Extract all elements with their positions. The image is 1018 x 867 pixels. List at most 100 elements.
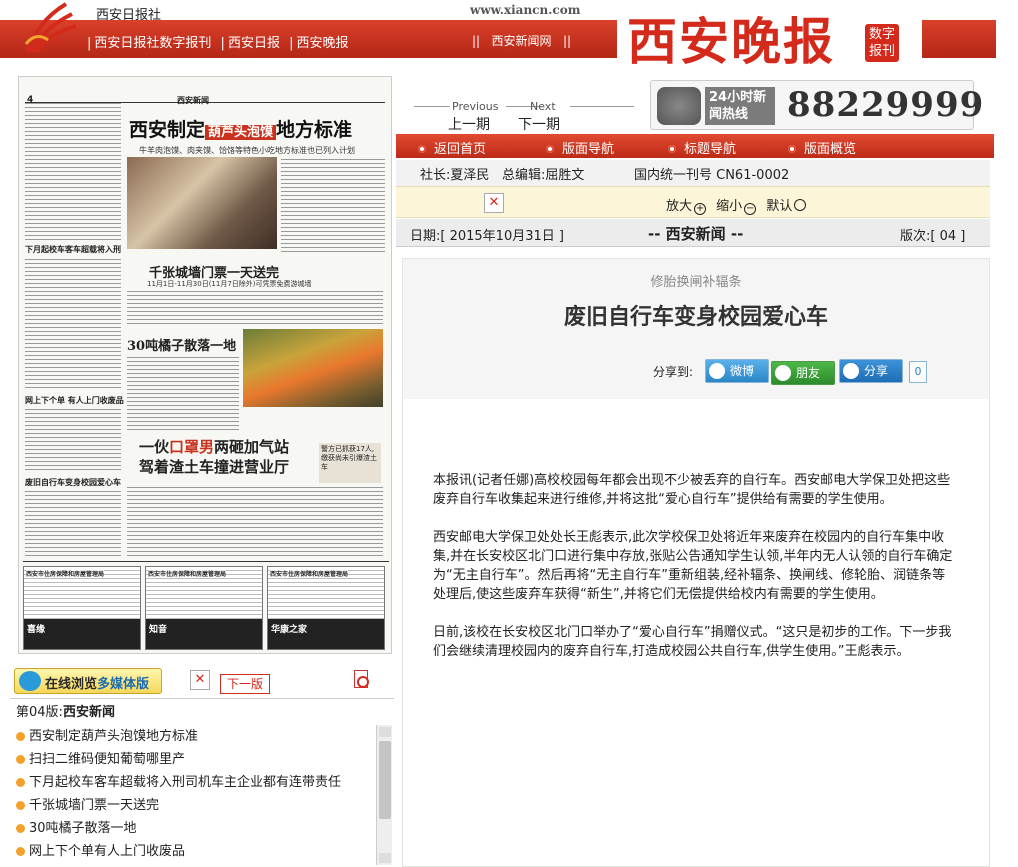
paper-main-headline[interactable]: 西安制定 葫芦头泡馍 地方标准 bbox=[129, 115, 379, 147]
share-count: 0 bbox=[909, 361, 927, 383]
scroll-down-icon[interactable] bbox=[379, 853, 391, 863]
section-title: -- 西安新闻 -- bbox=[648, 225, 744, 243]
paper-subhead-city-wall: 11月1日-11月30日(11月7日除外)可凭票免费游城墙 bbox=[147, 280, 312, 288]
plus-icon: + bbox=[694, 203, 707, 215]
hotline-label: 24小时新闻热线 bbox=[705, 87, 775, 125]
site-header: 西安日报社 www.xiancn.com | 西安日报社数字报刊 | 西安日报 | 西… bbox=[0, 0, 1018, 76]
paper-section-name: 西安新闻 bbox=[177, 96, 209, 105]
article-paragraph: 本报讯(记者任娜)高校校园每年都会出现不少被丢弃的自行车。西安邮电大学保卫处把这… bbox=[433, 473, 951, 507]
article-paragraph: 西安邮电大学保卫处处长王彪表示,此次学校保卫处将近年来废弃在校园内的自行车集中收… bbox=[433, 530, 953, 602]
pdf-icon[interactable] bbox=[354, 670, 369, 688]
minus-icon: − bbox=[744, 203, 757, 215]
zoom-default-button[interactable]: 默认 bbox=[766, 199, 812, 214]
menu-title-nav[interactable]: 标题导航 bbox=[668, 138, 736, 157]
previous-issue-link[interactable]: 上一期 bbox=[448, 114, 490, 134]
zoom-bar: ✕ 放大 + 缩小 − 默认 bbox=[396, 186, 990, 218]
menu-page-overview[interactable]: 版面概览 bbox=[788, 138, 856, 157]
paper-main-subhead: 牛羊肉泡馍、肉夹馍、饸饹等特色小吃地方标准也已列入计划 bbox=[139, 146, 355, 155]
nav-link-xiancn[interactable]: 西安新闻网 bbox=[492, 34, 552, 48]
menu-home[interactable]: 返回首页 bbox=[418, 138, 486, 157]
telephone-icon bbox=[657, 87, 701, 125]
next-edition-button[interactable]: 下一版 bbox=[220, 674, 270, 694]
newspaper-page-image[interactable]: 4 西安新闻 下月起校车客车超载将入刑 网上下个单 有人上门收废品 废旧自行车变… bbox=[18, 76, 392, 654]
bullet-icon bbox=[16, 732, 25, 741]
issn-label: 国内统一刊号 CN61-0002 bbox=[634, 168, 790, 183]
speech-bubble-icon bbox=[19, 671, 41, 691]
broken-image-icon: ✕ bbox=[190, 670, 210, 690]
toc-item[interactable]: 扫扫二维码便知葡萄哪里产 bbox=[16, 748, 376, 771]
paper-left-headline-3[interactable]: 废旧自行车变身校园爱心车 bbox=[25, 477, 121, 488]
share-weibo-button[interactable]: 微博 bbox=[705, 359, 769, 383]
nav-link-xian-evening[interactable]: 西安晚报 bbox=[296, 36, 348, 51]
star-icon bbox=[843, 363, 859, 379]
page-root: 西安日报社 www.xiancn.com | 西安日报社数字报刊 | 西安日报 | 西… bbox=[0, 0, 1018, 867]
paper-photo-oranges bbox=[243, 329, 383, 407]
toc-title: 第04版:西安新闻 bbox=[16, 705, 115, 720]
date-bar: 日期:[ 2015年10月31日 ] -- 西安新闻 -- 版次:[ 04 ] bbox=[396, 219, 990, 247]
paper-text-block bbox=[25, 489, 121, 557]
site-name: 西安日报社 bbox=[96, 8, 162, 23]
article: 修胎换闸补辐条 废旧自行车变身校园爱心车 分享到: 微博 朋友 分享 0 本报讯… bbox=[402, 258, 990, 867]
paper-ads-section: 西安市住房保障和房屋管理局 喜缘 西安市住房保障和房屋管理局 知音 西安市住房保… bbox=[23, 561, 389, 651]
share-more-button[interactable]: 分享 bbox=[839, 359, 903, 383]
toc-item[interactable]: 网上下个单有人上门收废品 bbox=[16, 840, 376, 863]
xian-daily-logo-icon bbox=[24, 2, 77, 54]
paper-left-headline-2[interactable]: 网上下个单 有人上门收废品 bbox=[25, 395, 124, 406]
masthead-info: 社长:夏泽民 总编辑:屈胜文 国内统一刊号 CN61-0002 bbox=[396, 160, 990, 186]
next-label: Next bbox=[530, 100, 556, 113]
online-multimedia-button[interactable]: 在线浏览多媒体版 bbox=[14, 668, 162, 694]
bullet-icon bbox=[16, 801, 25, 810]
bullet-icon bbox=[16, 824, 25, 833]
broken-image-icon: ✕ bbox=[484, 193, 504, 213]
header-nav: | 西安日报社数字报刊 | 西安日报 | 西安晚报 bbox=[87, 36, 349, 51]
toc-item[interactable]: 千张城墙门票一天送完 bbox=[16, 794, 376, 817]
news-hotline-banner: 24小时新闻热线 88229999 bbox=[650, 80, 983, 130]
edition-number: 版次:[ 04 ] bbox=[900, 229, 966, 244]
article-kicker: 修胎换闸补辐条 bbox=[650, 275, 742, 290]
bullet-icon bbox=[16, 778, 25, 787]
next-issue-link[interactable]: 下一期 bbox=[518, 114, 560, 134]
paper-headline-masked-men[interactable]: 一伙口罩男两砸加气站 驾着渣土车撞进营业厅 bbox=[139, 437, 289, 477]
toc-item[interactable]: 西安制定葫芦头泡馍地方标准 bbox=[16, 725, 376, 748]
paper-left-headline-1[interactable]: 下月起校车客车超载将入刑 bbox=[25, 244, 121, 255]
logo-text: 西安晚报 bbox=[627, 12, 835, 71]
bullet-icon bbox=[16, 755, 25, 764]
paper-side-box: 警方已抓获17人,缴获尚未引爆渣土车 bbox=[319, 443, 381, 483]
zoom-in-button[interactable]: 放大 + bbox=[666, 199, 712, 215]
clover-icon bbox=[775, 365, 791, 381]
article-header: 修胎换闸补辐条 废旧自行车变身校园爱心车 分享到: 微博 朋友 分享 0 bbox=[403, 259, 989, 399]
hotline-number: 88229999 bbox=[787, 85, 985, 125]
editor-label: 总编辑:屈胜文 bbox=[502, 168, 585, 183]
paper-text-block bbox=[281, 157, 385, 253]
paper-photo-chefs bbox=[127, 157, 277, 249]
issue-date: 日期:[ 2015年10月31日 ] bbox=[410, 229, 564, 244]
nav-link-xian-daily[interactable]: 西安日报 bbox=[228, 36, 280, 51]
share-pengyou-button[interactable]: 朋友 bbox=[771, 361, 835, 385]
scroll-up-icon[interactable] bbox=[379, 727, 391, 737]
nav-link-digital[interactable]: 西安日报社数字报刊 bbox=[94, 36, 211, 51]
toc-item[interactable]: 下月起校车客车超载将入刑司机车主企业都有连带责任 bbox=[16, 771, 376, 794]
menu-page-nav[interactable]: 版面导航 bbox=[546, 138, 614, 157]
logo-badge: 数字报刊 bbox=[865, 24, 899, 62]
weibo-icon bbox=[709, 363, 725, 379]
paper-ad: 西安市住房保障和房屋管理局 知音 bbox=[145, 566, 263, 650]
article-title: 废旧自行车变身校园爱心车 bbox=[563, 304, 828, 330]
evening-news-logo[interactable]: 西安晚报 数字报刊 bbox=[617, 0, 922, 76]
zoom-out-button[interactable]: 缩小 − bbox=[716, 199, 762, 215]
paper-headline-oranges[interactable]: 30吨橘子散落一地 bbox=[127, 335, 236, 354]
paper-text-block bbox=[127, 485, 383, 557]
paper-ad: 西安市住房保障和房屋管理局 喜缘 bbox=[23, 566, 141, 650]
zoom-controls: 放大 + 缩小 − 默认 bbox=[666, 195, 812, 215]
scroll-thumb[interactable] bbox=[379, 741, 391, 819]
header-news-nav: || 西安新闻网 || bbox=[472, 34, 572, 48]
article-body: 本报讯(记者任娜)高校校园每年都会出现不少被丢弃的自行车。西安邮电大学保卫处把这… bbox=[433, 471, 955, 680]
table-of-contents: 第04版:西安新闻 西安制定葫芦头泡馍地方标准 扫扫二维码便知葡萄哪里产 下月起… bbox=[10, 698, 394, 867]
paper-text-block bbox=[25, 407, 121, 473]
page-toolbar: 在线浏览多媒体版 ✕ 下一版 bbox=[14, 664, 394, 698]
left-panel: 4 西安新闻 下月起校车客车超载将入刑 网上下个单 有人上门收废品 废旧自行车变… bbox=[0, 76, 394, 867]
toc-item[interactable]: 30吨橘子散落一地 bbox=[16, 817, 376, 840]
bullet-icon bbox=[16, 847, 25, 856]
site-url: www.xiancn.com bbox=[470, 3, 581, 17]
toc-scrollbar[interactable] bbox=[376, 725, 392, 865]
previous-label: Previous bbox=[452, 100, 499, 113]
